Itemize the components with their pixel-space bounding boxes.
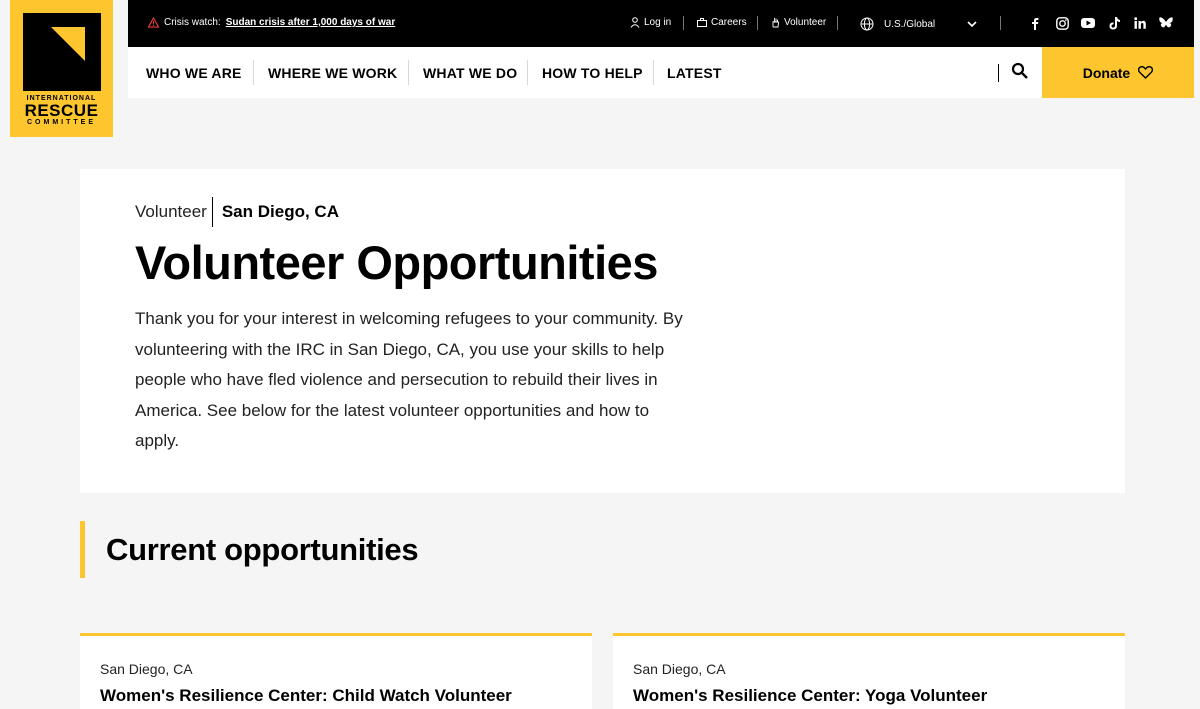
opportunity-location: San Diego, CA xyxy=(633,661,726,677)
crisis-watch: Crisis watch: Sudan crisis after 1,000 d… xyxy=(148,17,395,28)
search-divider xyxy=(998,64,999,82)
heart-icon xyxy=(1138,66,1154,79)
nav-where-we-work[interactable]: WHERE WE WORK xyxy=(268,47,397,98)
divider xyxy=(757,16,758,30)
divider xyxy=(1000,16,1001,30)
globe-icon xyxy=(860,17,874,31)
nav-divider xyxy=(653,60,654,85)
nav-latest[interactable]: LATEST xyxy=(667,47,722,98)
opportunity-card[interactable]: San Diego, CA Women's Resilience Center:… xyxy=(613,633,1125,709)
divider xyxy=(837,16,838,30)
breadcrumb-divider xyxy=(211,197,213,227)
nav-divider xyxy=(408,60,409,85)
main-nav: WHO WE ARE WHERE WE WORK WHAT WE DO HOW … xyxy=(128,47,1042,98)
careers-link[interactable]: Careers xyxy=(697,17,747,28)
hero-card: Volunteer San Diego, CA Volunteer Opport… xyxy=(80,169,1125,493)
nav-divider xyxy=(527,60,528,85)
utility-bar: Crisis watch: Sudan crisis after 1,000 d… xyxy=(128,0,1194,47)
donate-label: Donate xyxy=(1082,64,1131,81)
donate-button[interactable]: Donate xyxy=(1042,47,1194,98)
login-label: Log in xyxy=(644,17,672,28)
instagram-icon[interactable] xyxy=(1054,15,1070,31)
linkedin-icon[interactable] xyxy=(1132,15,1148,31)
opportunity-location: San Diego, CA xyxy=(100,661,193,677)
chevron-down-icon xyxy=(967,20,977,27)
page-title: Volunteer Opportunities xyxy=(135,236,658,289)
section-heading: Current opportunities xyxy=(80,521,419,578)
crisis-link[interactable]: Sudan crisis after 1,000 days of war xyxy=(226,17,396,28)
region-selector[interactable]: U.S./Global xyxy=(860,17,977,31)
youtube-icon[interactable] xyxy=(1080,15,1096,31)
warning-icon xyxy=(148,17,159,28)
volunteer-label: Volunteer xyxy=(784,17,827,28)
nav-what-we-do[interactable]: WHAT WE DO xyxy=(423,47,517,98)
divider xyxy=(683,16,684,30)
irc-logo[interactable]: INTERNATIONAL RESCUE COMMITTEE xyxy=(10,0,113,137)
careers-label: Careers xyxy=(711,17,747,28)
region-label: U.S./Global xyxy=(884,18,936,30)
nav-divider xyxy=(253,60,254,85)
opportunity-title[interactable]: Women's Resilience Center: Child Watch V… xyxy=(100,686,512,706)
logo-line-3: COMMITTEE xyxy=(27,119,96,126)
user-icon xyxy=(630,17,640,28)
irc-logo-mark xyxy=(23,13,101,91)
crisis-label: Crisis watch: xyxy=(164,17,221,28)
facebook-icon[interactable] xyxy=(1027,15,1043,31)
briefcase-icon xyxy=(697,18,707,27)
login-link[interactable]: Log in xyxy=(630,17,671,28)
nav-how-to-help[interactable]: HOW TO HELP xyxy=(542,47,643,98)
tiktok-icon[interactable] xyxy=(1106,15,1122,31)
breadcrumb-current: San Diego, CA xyxy=(221,202,339,221)
intro-text: Thank you for your interest in welcoming… xyxy=(135,309,683,450)
breadcrumb: Volunteer San Diego, CA xyxy=(135,197,339,227)
bluesky-icon[interactable] xyxy=(1158,15,1174,31)
logo-line-2: RESCUE xyxy=(24,101,99,120)
opportunity-card[interactable]: San Diego, CA Women's Resilience Center:… xyxy=(80,633,592,709)
hand-icon xyxy=(772,18,780,28)
search-icon[interactable] xyxy=(1011,62,1029,80)
volunteer-link[interactable]: Volunteer xyxy=(771,17,826,28)
nav-who-we-are[interactable]: WHO WE ARE xyxy=(146,47,242,98)
opportunity-title[interactable]: Women's Resilience Center: Yoga Voluntee… xyxy=(633,686,987,706)
breadcrumb-volunteer[interactable]: Volunteer xyxy=(135,202,212,222)
